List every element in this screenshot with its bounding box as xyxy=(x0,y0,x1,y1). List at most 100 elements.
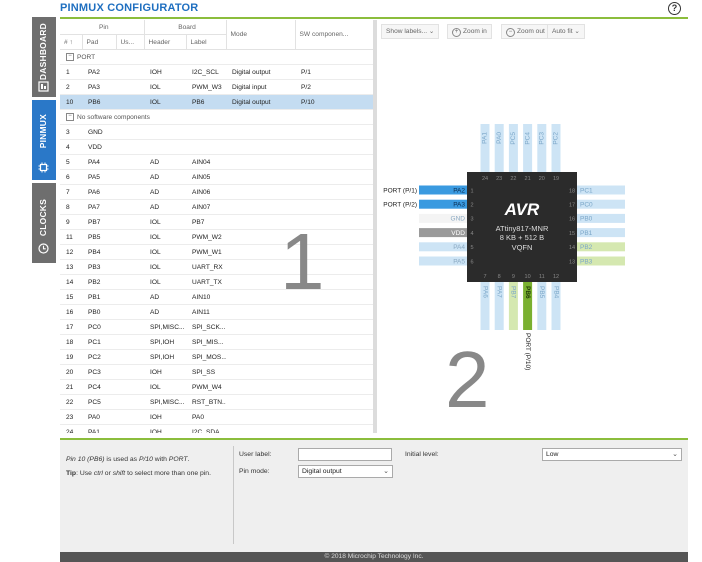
table-row[interactable]: 19 PC2 SPI,IOH SPI_MOS... xyxy=(60,349,373,365)
group-header-board: Board xyxy=(144,20,227,35)
pin-port-assignment: PORT (P/2) xyxy=(383,202,417,209)
pin-number: 18 xyxy=(60,334,82,350)
pin-number: 1 xyxy=(60,64,82,80)
table-row[interactable]: 9 PB7 IOL PB7 xyxy=(60,214,373,230)
pin-mode xyxy=(226,124,296,140)
pin-mode xyxy=(226,169,296,185)
table-row[interactable]: 11 PB5 IOL PWM_W2 xyxy=(60,229,373,245)
tab-pinmux[interactable]: PINMUX xyxy=(32,100,56,180)
pin-pad: PA5 xyxy=(82,169,116,185)
pin-number-label: 22 xyxy=(510,176,516,182)
pin-pad: PB5 xyxy=(82,229,116,245)
pin-number-label: 2 xyxy=(470,203,473,209)
help-icon[interactable]: ? xyxy=(668,2,681,15)
group-row-no-sw[interactable]: − No software components xyxy=(60,109,373,125)
table-row[interactable]: 17 PC0 SPI,MISC... SPI_SCK... xyxy=(60,319,373,335)
pin-number: 15 xyxy=(60,289,82,305)
tab-pinmux-label: PINMUX xyxy=(38,114,48,149)
column-header-sw-component[interactable]: SW componen... xyxy=(295,20,373,50)
pin-header: AD xyxy=(144,169,187,185)
table-row[interactable]: 18 PC1 SPI,IOH SPI_MIS... xyxy=(60,334,373,350)
column-header-pad[interactable]: Pad xyxy=(82,34,117,50)
pin-number: 4 xyxy=(60,139,82,155)
pin-label: I2C_SCL xyxy=(186,64,227,80)
pin-pad-label: PA3 xyxy=(453,202,465,209)
pin-sw-component xyxy=(295,304,373,320)
collapse-icon[interactable]: − xyxy=(66,113,74,121)
group-row-port[interactable]: − PORT xyxy=(60,49,373,65)
table-row[interactable]: 10 PB6 IOL PB6 Digital output P/10 xyxy=(60,94,373,110)
pin-number: 13 xyxy=(60,259,82,275)
pin-mode-select[interactable]: Digital output ⌄ xyxy=(298,465,393,478)
pin-pad-label: PA6 xyxy=(481,286,488,298)
table-row[interactable]: 20 PC3 IOH SPI_SS xyxy=(60,364,373,380)
pin-mode xyxy=(226,139,296,155)
tip-label: Tip xyxy=(66,470,77,477)
table-row[interactable]: 24 PA1 IOH I2C_SDA xyxy=(60,424,373,433)
table-row[interactable]: 16 PB0 AD AIN11 xyxy=(60,304,373,320)
pin-pad-pa1[interactable] xyxy=(480,124,490,172)
pin-number-label: 14 xyxy=(569,245,575,251)
pin-pad-label: PA2 xyxy=(453,187,465,194)
table-row[interactable]: 15 PB1 AD AIN10 xyxy=(60,289,373,305)
pin-mode xyxy=(226,394,296,410)
tab-clocks[interactable]: CLOCKS xyxy=(32,183,56,263)
pin-port-assignment: PORT (P/1) xyxy=(383,187,417,194)
collapse-icon[interactable]: − xyxy=(66,53,74,61)
pin-number-label: 10 xyxy=(525,274,531,280)
table-row[interactable]: 23 PA0 IOH PA0 xyxy=(60,409,373,425)
clock-icon xyxy=(38,243,49,254)
table-row[interactable]: 21 PC4 IOL PWM_W4 xyxy=(60,379,373,395)
pin-sw-component xyxy=(295,379,373,395)
pin-pad-label: PB2 xyxy=(580,244,593,251)
pin-pad: PC5 xyxy=(82,394,116,410)
pin-sw-component xyxy=(295,319,373,335)
pin-header xyxy=(144,139,187,155)
table-row[interactable]: 13 PB3 IOL UART_RX xyxy=(60,259,373,275)
table-row[interactable]: 6 PA5 AD AIN05 xyxy=(60,169,373,185)
pin-pad-label: PC5 xyxy=(510,132,517,145)
column-header-label[interactable]: Label xyxy=(186,34,227,50)
pin-number: 7 xyxy=(60,184,82,200)
user-label-caption: User label: xyxy=(239,451,272,458)
pin-pad-pa0[interactable] xyxy=(494,124,504,172)
pin-usage xyxy=(116,319,145,335)
pin-pad: PA3 xyxy=(82,79,116,95)
chip-icon xyxy=(38,162,49,173)
column-header-header[interactable]: Header xyxy=(144,34,187,50)
table-row[interactable]: 2 PA3 IOL PWM_W3 Digital input P/2 xyxy=(60,79,373,95)
pin-sw-component: P/1 xyxy=(295,64,373,80)
column-header-usage[interactable]: Us... xyxy=(116,34,145,50)
pin-label: AIN07 xyxy=(186,199,227,215)
pin-number: 5 xyxy=(60,154,82,170)
tab-dashboard[interactable]: DASHBOARD xyxy=(32,17,56,97)
table-row[interactable]: 22 PC5 SPI,MISC... RST_BTN... xyxy=(60,394,373,410)
pin-header: IOL xyxy=(144,259,187,275)
pin-pad: PC2 xyxy=(82,349,116,365)
table-row[interactable]: 7 PA6 AD AIN06 xyxy=(60,184,373,200)
pin-header: SPI,MISC... xyxy=(144,394,187,410)
pin-usage xyxy=(116,409,145,425)
pin-pad-pc4[interactable] xyxy=(523,124,533,172)
pin-pad-pc5[interactable] xyxy=(508,124,518,172)
pin-pad-label: PB5 xyxy=(538,286,545,299)
chip-memory: 8 KB + 512 B xyxy=(500,233,544,242)
initial-level-select[interactable]: Low ⌄ xyxy=(542,448,682,461)
column-header-number[interactable]: # ↑ xyxy=(60,34,83,50)
pin-pad-pc3[interactable] xyxy=(537,124,547,172)
table-row[interactable]: 5 PA4 AD AIN04 xyxy=(60,154,373,170)
pin-usage xyxy=(116,184,145,200)
pin-pad-pc2[interactable] xyxy=(551,124,561,172)
pin-label: AIN05 xyxy=(186,169,227,185)
column-header-mode[interactable]: Mode xyxy=(226,20,296,50)
user-label-input[interactable] xyxy=(298,448,392,461)
table-row[interactable]: 14 PB2 IOL UART_TX xyxy=(60,274,373,290)
pin-number: 17 xyxy=(60,319,82,335)
pin-pad: PB7 xyxy=(82,214,116,230)
pin-usage xyxy=(116,379,145,395)
table-row[interactable]: 3 GND xyxy=(60,124,373,140)
table-row[interactable]: 4 VDD xyxy=(60,139,373,155)
table-row[interactable]: 12 PB4 IOL PWM_W1 xyxy=(60,244,373,260)
table-row[interactable]: 1 PA2 IOH I2C_SCL Digital output P/1 xyxy=(60,64,373,80)
table-row[interactable]: 8 PA7 AD AIN07 xyxy=(60,199,373,215)
